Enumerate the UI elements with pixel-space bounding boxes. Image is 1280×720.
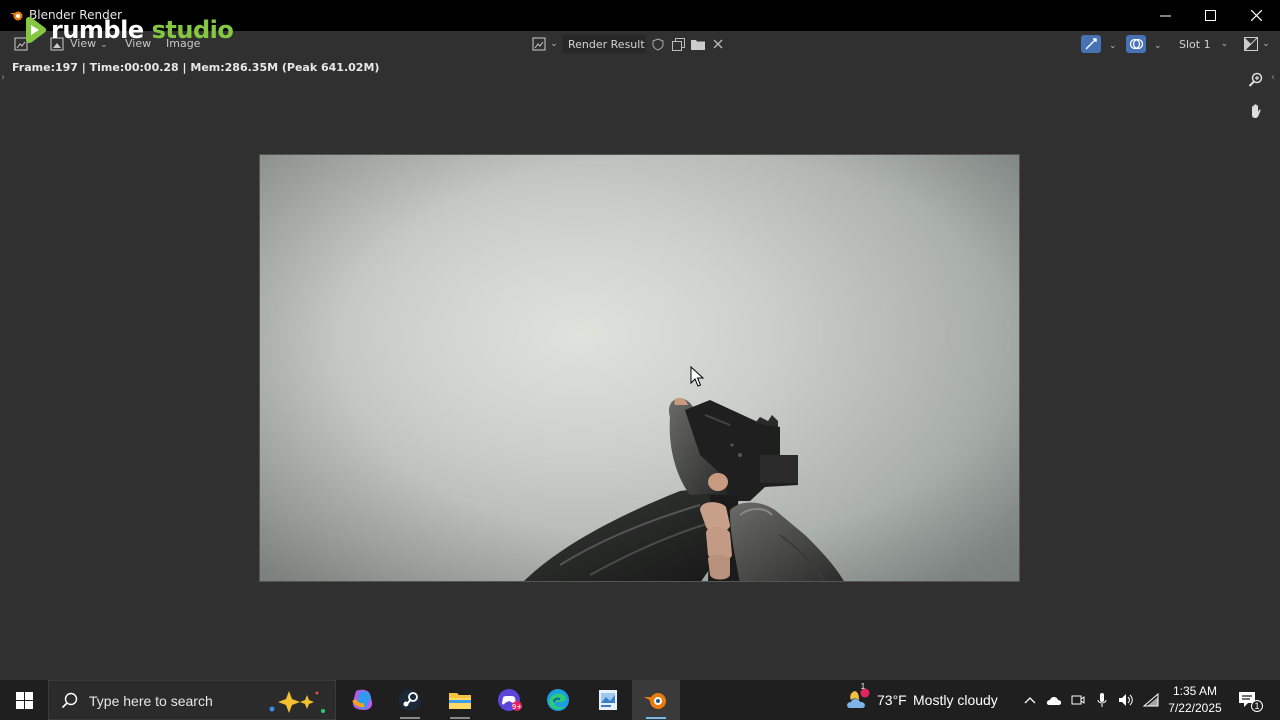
taskbar-photos[interactable] [584,680,632,720]
display-channels-icon [1244,37,1259,51]
network-button[interactable] [1143,692,1159,708]
chevron-down-icon: ⌄ [1262,39,1270,49]
weather-widget[interactable]: 1 73°F Mostly cloudy [843,680,1003,720]
unlink-image-button[interactable] [710,35,726,53]
windows-taskbar: Type here to search 9+ 1 73°F Mostly clo… [0,680,1280,720]
notifications-button[interactable]: 1 [1234,688,1264,714]
rumble-studio-watermark: rumble studio [20,14,234,46]
render-stats: Frame:197 | Time:00:00.28 | Mem:286.35M … [12,61,380,74]
microphone-button[interactable] [1094,692,1110,708]
onedrive-button[interactable] [1046,692,1062,708]
snap-toggle-button[interactable] [1081,35,1101,53]
watermark-text-rumble: rumble [51,16,144,44]
watermark-text-studio: studio [151,16,234,44]
cloudy-night-icon [847,688,870,708]
image-name-field[interactable]: Render Result [562,35,646,53]
chevron-down-icon: ⌄ [1109,41,1117,51]
wifi-icon [1143,693,1159,707]
toolbar-expand-icon[interactable]: › [1,72,5,83]
snap-icon [1085,38,1097,50]
render-result-image[interactable] [259,154,1020,582]
onedrive-cloud-icon [1046,697,1062,705]
edge-icon [547,689,569,711]
mouse-cursor-icon [690,366,704,387]
show-hidden-icons-button[interactable] [1022,692,1038,708]
fake-user-button[interactable] [650,35,666,53]
slot-label: Slot 1 [1179,37,1211,51]
search-highlights-icon [269,691,325,713]
svg-text:9+: 9+ [512,703,522,711]
clock-date: 7/22/2025 [1168,701,1222,715]
notification-count: 1 [1251,700,1263,712]
open-image-button[interactable] [690,35,706,53]
chevron-down-icon: ⌄ [1154,41,1162,51]
taskbar-copilot[interactable] [338,680,386,720]
windows-logo-icon [15,691,33,709]
taskbar-steam[interactable] [386,680,434,720]
maximize-icon [1204,10,1216,21]
blender-icon [644,693,666,709]
blender-render-window: Blender Render rumble studio View ⌄ View … [0,0,1280,720]
folder-icon [691,40,705,50]
overlay-icon [1129,38,1143,50]
image-name-label: Render Result [568,37,645,51]
minimize-icon [1159,15,1171,17]
slot-dropdown[interactable]: Slot 1 ⌄ [1173,35,1237,53]
clock-button[interactable]: 1:35 AM 7/22/2025 [1164,683,1226,719]
duplicate-icon [671,37,685,51]
active-indicator [646,717,666,719]
start-button[interactable] [0,680,48,720]
taskbar-edge[interactable] [534,680,582,720]
search-icon [61,692,78,709]
running-indicator [400,717,420,719]
overlay-toggle-button[interactable] [1126,35,1146,53]
snap-dropdown[interactable]: ⌄ [1105,38,1117,51]
speaker-icon [1119,694,1133,706]
rumble-play-icon [26,16,47,44]
weather-badge: 1 [860,682,866,691]
pan-button[interactable] [1245,100,1267,122]
taskbar-search-box[interactable]: Type here to search [48,680,336,720]
chevron-down-icon: ⌄ [1220,39,1229,49]
image-browse-icon [532,37,546,51]
meet-now-button[interactable] [1070,692,1086,708]
zoom-icon [1248,72,1263,87]
running-indicator [450,717,470,719]
file-explorer-icon [449,693,471,709]
close-icon [1250,10,1262,21]
taskbar-blender[interactable] [632,680,680,720]
weather-condition: Mostly cloudy [913,692,998,708]
camera-icon [1071,695,1085,705]
maximize-button[interactable] [1187,0,1233,31]
clock-time: 1:35 AM [1172,684,1218,698]
chevron-up-icon [1024,697,1036,704]
duplicate-image-button[interactable] [670,35,686,53]
x-icon [713,39,723,49]
overlay-dropdown[interactable]: ⌄ [1150,38,1162,51]
close-button[interactable] [1233,0,1279,31]
game-controller-icon: 9+ [498,689,522,711]
weather-temperature: 73°F [877,692,907,708]
sidebar-expand-icon[interactable]: ‹ [1271,72,1275,83]
search-placeholder: Type here to search [89,693,213,709]
fps-arms-smg-illustration [260,155,1019,581]
browse-image-button[interactable]: ⌄ [532,35,558,53]
display-channels-button[interactable]: ⌄ [1242,35,1272,53]
taskbar-file-explorer[interactable] [436,680,484,720]
volume-button[interactable] [1118,692,1134,708]
steam-icon [399,689,421,711]
taskbar-game-app[interactable]: 9+ [486,680,534,720]
photo-viewer-icon [599,690,617,710]
copilot-icon [352,689,373,710]
microphone-icon [1097,693,1107,707]
chevron-down-icon: ⌄ [550,39,558,49]
hand-icon [1252,104,1261,118]
zoom-button[interactable] [1245,69,1267,91]
minimize-button[interactable] [1142,0,1188,31]
shield-icon [652,37,664,51]
